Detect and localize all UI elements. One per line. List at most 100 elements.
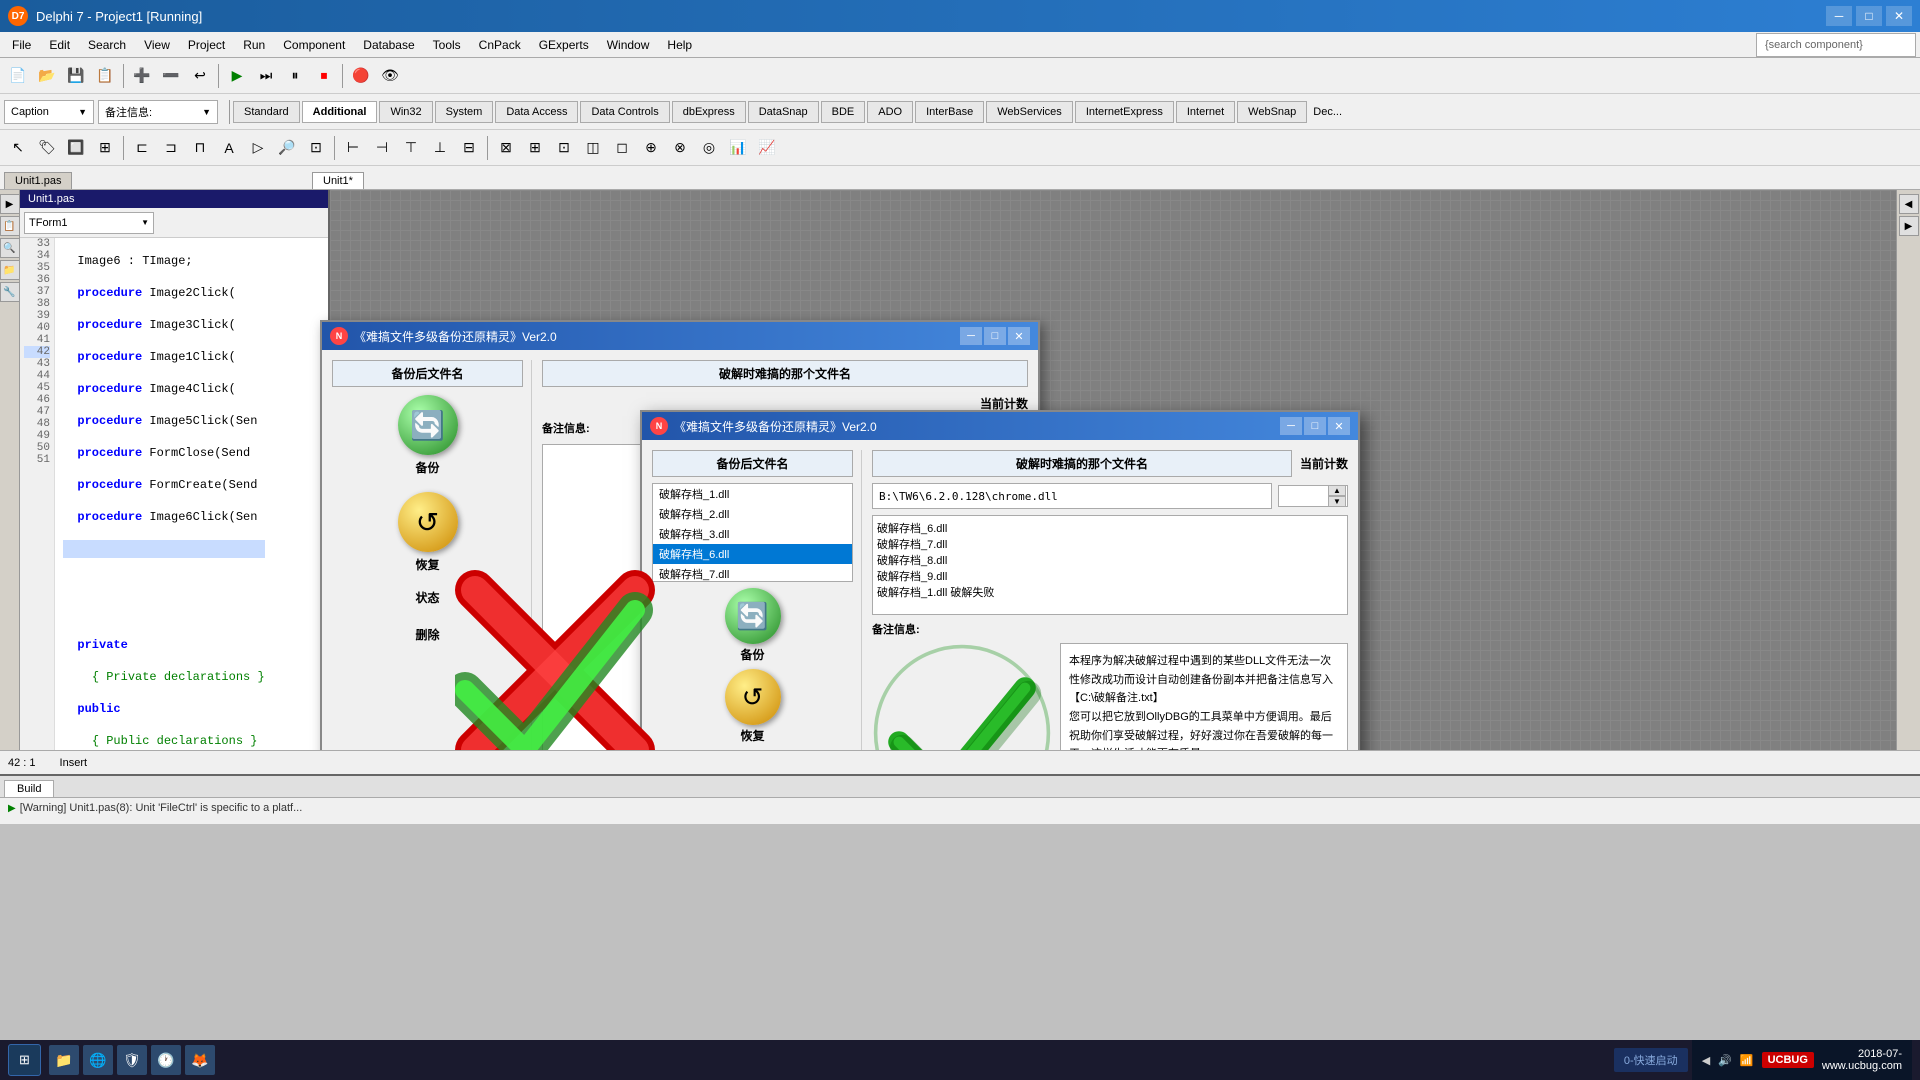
dialog2-maximize[interactable]: □ bbox=[1304, 417, 1326, 435]
file-panel-tab[interactable]: Unit1.pas bbox=[4, 172, 72, 189]
right-tool-1[interactable]: ◀ bbox=[1899, 194, 1919, 214]
taskbar-app-btn[interactable]: 🦊 bbox=[185, 1045, 215, 1075]
design-tool-23[interactable]: ⊗ bbox=[666, 134, 694, 162]
palette-tab-websnap[interactable]: WebSnap bbox=[1237, 101, 1307, 123]
run-button[interactable]: ▶ bbox=[223, 62, 251, 90]
start-button[interactable]: ⊞ bbox=[8, 1044, 41, 1076]
pause-button[interactable]: ⏸ bbox=[281, 62, 309, 90]
menu-window[interactable]: Window bbox=[599, 35, 658, 55]
dialog2-restore-icon[interactable]: ↺ bbox=[725, 669, 781, 725]
search-component-input[interactable]: {search component} bbox=[1765, 39, 1863, 51]
palette-tab-interbase[interactable]: InterBase bbox=[915, 101, 984, 123]
design-tool-21[interactable]: ◻ bbox=[608, 134, 636, 162]
right-tool-2[interactable]: ▶ bbox=[1899, 216, 1919, 236]
build-tab[interactable]: Build bbox=[4, 780, 54, 797]
file-item-2[interactable]: 破解存档_2.dll bbox=[653, 504, 852, 524]
breakpoint-button[interactable]: 🔴 bbox=[347, 62, 375, 90]
palette-tab-datasnap[interactable]: DataSnap bbox=[748, 101, 819, 123]
menu-file[interactable]: File bbox=[4, 35, 39, 55]
file-item-1[interactable]: 破解存档_1.dll bbox=[653, 484, 852, 504]
design-tool-19[interactable]: ⊡ bbox=[550, 134, 578, 162]
design-tool-18[interactable]: ⊞ bbox=[521, 134, 549, 162]
minimize-button[interactable]: ─ bbox=[1826, 6, 1852, 26]
design-tool-6[interactable]: ⊐ bbox=[157, 134, 185, 162]
file-item-3[interactable]: 破解存档_3.dll bbox=[653, 524, 852, 544]
design-tool-26[interactable]: 📈 bbox=[753, 134, 781, 162]
menu-search[interactable]: Search bbox=[80, 35, 134, 55]
beizhu-combo[interactable]: 备注信息: ▼ bbox=[98, 100, 218, 124]
design-tool-24[interactable]: ◎ bbox=[695, 134, 723, 162]
design-tool-15[interactable]: ⊥ bbox=[426, 134, 454, 162]
quick-launch-label[interactable]: 0-快速启动 bbox=[1614, 1048, 1688, 1072]
design-tool-13[interactable]: ⊣ bbox=[368, 134, 396, 162]
palette-tab-additional[interactable]: Additional bbox=[302, 101, 378, 123]
palette-tab-data-access[interactable]: Data Access bbox=[495, 101, 578, 123]
dialog2-info-text[interactable]: 本程序为解决破解过程中遇到的某些DLL文件无法一次性修改成功而设计自动创建备份副… bbox=[1060, 643, 1348, 750]
design-tool-9[interactable]: ▷ bbox=[244, 134, 272, 162]
dialog1-minimize[interactable]: ─ bbox=[960, 327, 982, 345]
design-tool-10[interactable]: 🔎 bbox=[273, 134, 301, 162]
dialog2-file-list[interactable]: 破解存档_1.dll 破解存档_2.dll 破解存档_3.dll 破解存档_6.… bbox=[652, 483, 853, 582]
dialog1-close[interactable]: ✕ bbox=[1008, 327, 1030, 345]
dialog2-backup-icon[interactable]: 🔄 bbox=[725, 588, 781, 644]
sidebar-tool-1[interactable]: ▶ bbox=[0, 194, 20, 214]
taskbar-shield-btn[interactable]: 🛡 bbox=[117, 1045, 147, 1075]
design-tool-1[interactable]: ↖ bbox=[4, 134, 32, 162]
dialog1-maximize[interactable]: □ bbox=[984, 327, 1006, 345]
step-button[interactable]: ⏭ bbox=[252, 62, 280, 90]
menu-edit[interactable]: Edit bbox=[41, 35, 78, 55]
new-button[interactable]: 📄 bbox=[4, 62, 32, 90]
menu-help[interactable]: Help bbox=[659, 35, 700, 55]
design-tool-20[interactable]: ◫ bbox=[579, 134, 607, 162]
palette-tab-more[interactable]: Dec... bbox=[1309, 106, 1346, 118]
design-tool-11[interactable]: ⊡ bbox=[302, 134, 330, 162]
taskbar-file-btn[interactable]: 📁 bbox=[49, 1045, 79, 1075]
palette-tab-standard[interactable]: Standard bbox=[233, 101, 300, 123]
remove-button[interactable]: ➖ bbox=[157, 62, 185, 90]
sidebar-tool-5[interactable]: 🔧 bbox=[0, 282, 20, 302]
design-tool-22[interactable]: ⊕ bbox=[637, 134, 665, 162]
palette-tab-webservices[interactable]: WebServices bbox=[986, 101, 1073, 123]
taskbar-browser-btn[interactable]: 🌐 bbox=[83, 1045, 113, 1075]
menu-component[interactable]: Component bbox=[275, 35, 353, 55]
menu-tools[interactable]: Tools bbox=[425, 35, 469, 55]
dialog2-minimize[interactable]: ─ bbox=[1280, 417, 1302, 435]
dialog1-title-bar[interactable]: N 《难搞文件多级备份还原精灵》Ver2.0 ─ □ ✕ bbox=[322, 322, 1038, 350]
menu-view[interactable]: View bbox=[136, 35, 178, 55]
dialog1-restore-icon[interactable]: ↺ bbox=[398, 492, 458, 552]
taskbar-clock-btn[interactable]: 🕐 bbox=[151, 1045, 181, 1075]
palette-tab-data-controls[interactable]: Data Controls bbox=[580, 101, 669, 123]
menu-project[interactable]: Project bbox=[180, 35, 233, 55]
watch-button[interactable]: 👁 bbox=[376, 62, 404, 90]
design-tool-8[interactable]: A bbox=[215, 134, 243, 162]
palette-tab-ado[interactable]: ADO bbox=[867, 101, 913, 123]
sidebar-tool-4[interactable]: 📁 bbox=[0, 260, 20, 280]
search-component-box[interactable]: {search component} bbox=[1756, 33, 1916, 57]
add-button[interactable]: ➕ bbox=[128, 62, 156, 90]
tray-arrow[interactable]: ◀ bbox=[1702, 1054, 1710, 1067]
palette-tab-system[interactable]: System bbox=[435, 101, 494, 123]
dialog2-close[interactable]: ✕ bbox=[1328, 417, 1350, 435]
file-item-5[interactable]: 破解存档_7.dll bbox=[653, 564, 852, 582]
sidebar-tool-2[interactable]: 📋 bbox=[0, 216, 20, 236]
design-tool-5[interactable]: ⊏ bbox=[128, 134, 156, 162]
design-tool-2[interactable]: 🏷 bbox=[33, 134, 61, 162]
design-tool-7[interactable]: ⊓ bbox=[186, 134, 214, 162]
menu-run[interactable]: Run bbox=[235, 35, 273, 55]
count-up-button[interactable]: ▲ bbox=[1328, 485, 1346, 496]
design-tool-4[interactable]: ⊞ bbox=[91, 134, 119, 162]
editor-body[interactable]: 3334353637 38394041 42 4344454647 484950… bbox=[20, 238, 328, 750]
design-tool-25[interactable]: 📊 bbox=[724, 134, 752, 162]
stop-button[interactable]: ⏹ bbox=[310, 62, 338, 90]
dialog2-filepath-input[interactable] bbox=[872, 483, 1272, 509]
palette-tab-win32[interactable]: Win32 bbox=[379, 101, 432, 123]
dialog1-backup-icon[interactable]: 🔄 bbox=[398, 395, 458, 455]
palette-tab-internetexpress[interactable]: InternetExpress bbox=[1075, 101, 1174, 123]
dialog2-title-bar[interactable]: N 《难搞文件多级备份还原精灵》Ver2.0 ─ □ ✕ bbox=[642, 412, 1358, 440]
palette-tab-dbexpress[interactable]: dbExpress bbox=[672, 101, 746, 123]
menu-database[interactable]: Database bbox=[355, 35, 422, 55]
caption-combo[interactable]: Caption ▼ bbox=[4, 100, 94, 124]
undo-button[interactable]: ↩ bbox=[186, 62, 214, 90]
design-tool-3[interactable]: 🔲 bbox=[62, 134, 90, 162]
save-all-button[interactable]: 📋 bbox=[91, 62, 119, 90]
